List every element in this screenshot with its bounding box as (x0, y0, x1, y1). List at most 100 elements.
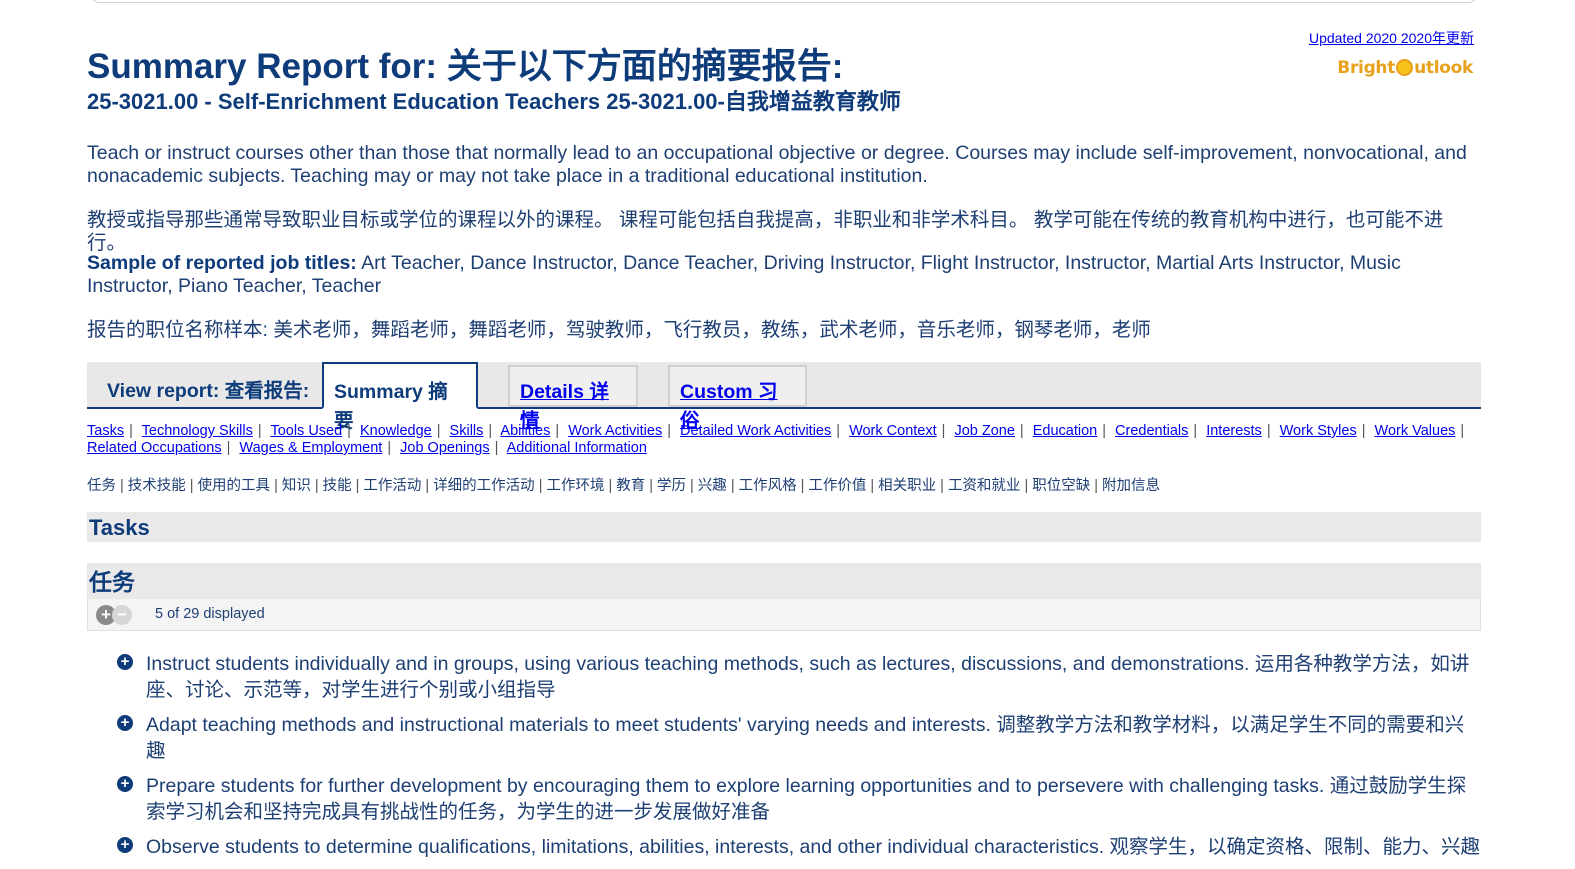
nav-item-zh: 兴趣 (697, 478, 727, 494)
job-titles-zh: 报告的职位名称样本: 美术老师，舞蹈老师，舞蹈老师，驾驶教师，飞行教员，教练，武… (87, 319, 1151, 341)
job-titles-en: Sample of reported job titles: Art Teach… (87, 252, 1482, 298)
nav-separator: | (690, 478, 694, 494)
task-item: + Prepare students for further developmen… (117, 773, 1482, 825)
nav-separator: | (667, 423, 671, 439)
nav-separator: | (555, 423, 560, 439)
tasks-controls: + − 5 of 29 displayed (87, 599, 1481, 631)
nav-separator: | (425, 478, 430, 494)
nav-separator: | (608, 478, 613, 494)
nav-separator: | (226, 440, 231, 456)
task-text: Instruct students individually and in gr… (146, 653, 1470, 701)
nav-separator: | (494, 440, 499, 456)
nav-link[interactable]: Additional Information (507, 440, 647, 456)
task-item: + Adapt teaching methods and instructiona… (117, 712, 1482, 764)
tasks-count: 5 of 29 displayed (155, 606, 265, 622)
nav-separator: | (1193, 423, 1198, 439)
updated-link[interactable]: Updated 2020 2020年更新 (1309, 28, 1474, 48)
nav-separator: | (1460, 423, 1465, 439)
nav-separator: | (1094, 478, 1098, 494)
task-item: + Instruct students individually and in g… (117, 651, 1482, 703)
nav-link[interactable]: Job Zone (954, 423, 1014, 439)
sun-icon (1396, 59, 1414, 76)
nav-item-zh: 知识 (281, 478, 311, 494)
nav-separator: | (1024, 478, 1029, 494)
nav-separator: | (274, 478, 278, 494)
nav-link[interactable]: Education (1033, 423, 1098, 439)
task-text: Observe students to determine qualificat… (146, 836, 1481, 858)
task-text: Adapt teaching methods and instructional… (146, 714, 1465, 762)
tasks-heading-zh: 任务 (87, 563, 1481, 599)
bright-outlook-logo[interactable]: Bright utlook (1337, 58, 1473, 78)
nav-item-zh: 相关职业 (878, 478, 937, 494)
expand-task-icon[interactable]: + (117, 654, 133, 670)
section-nav-zh: 任务 | 技术技能 | 使用的工具 | 知识 | 技能 | 工作活动 | 详细的工作活动 | 工作环境 | 教育… (87, 474, 1160, 495)
nav-separator: | (347, 423, 351, 439)
nav-separator: | (940, 478, 944, 494)
nav-link[interactable]: Related Occupations (87, 440, 222, 456)
job-titles-label: Sample of reported job titles: (87, 252, 357, 274)
nav-link[interactable]: Credentials (1115, 423, 1188, 439)
nav-item-zh: 附加信息 (1102, 478, 1160, 494)
nav-link[interactable]: Job Openings (400, 440, 489, 456)
logo-text-outlook: utlook (1414, 58, 1473, 78)
nav-link[interactable]: Tools Used (270, 423, 342, 439)
section-nav-links: Tasks | Technology Skills | Tools Used | Kn… (87, 423, 1482, 457)
nav-separator: | (730, 478, 735, 494)
task-text: Prepare students for further development… (146, 775, 1467, 823)
nav-separator: | (1102, 423, 1107, 439)
nav-separator: | (314, 478, 319, 494)
tasks-heading: Tasks (87, 512, 1481, 542)
nav-link[interactable]: Skills (450, 423, 484, 439)
nav-link[interactable]: Abilities (500, 423, 550, 439)
collapse-all-icon[interactable]: − (112, 605, 132, 625)
nav-separator: | (1019, 423, 1024, 439)
nav-separator: | (941, 423, 946, 439)
nav-separator: | (1266, 423, 1271, 439)
nav-item-zh: 工作价值 (808, 478, 867, 494)
nav-link[interactable]: Tasks (87, 423, 124, 439)
nav-item-zh: 使用的工具 (197, 478, 271, 494)
expand-task-icon[interactable]: + (117, 776, 133, 792)
nav-link[interactable]: Work Context (849, 423, 937, 439)
nav-separator: | (436, 423, 441, 439)
description-zh: 教授或指导那些通常导致职业目标或学位的课程以外的课程。 课程可能包括自我提高，非… (87, 209, 1444, 254)
nav-separator: | (800, 478, 805, 494)
nav-item-zh: 学历 (657, 478, 687, 494)
nav-link[interactable]: Work Activities (568, 423, 662, 439)
nav-link[interactable]: Work Styles (1280, 423, 1357, 439)
task-item: + Observe students to determine qualifica… (117, 834, 1482, 860)
description-en: Teach or instruct courses other than tho… (87, 142, 1467, 187)
nav-separator: | (355, 478, 360, 494)
tab-summary[interactable]: Summary 摘要 (322, 362, 478, 432)
nav-link[interactable]: Technology Skills (142, 423, 253, 439)
nav-separator: | (387, 440, 392, 456)
occupation-subtitle: 25-3021.00 - Self-Enrichment Education T… (87, 89, 901, 114)
nav-separator: | (257, 423, 262, 439)
nav-separator: | (189, 478, 194, 494)
nav-link[interactable]: Detailed Work Activities (680, 423, 831, 439)
nav-separator: | (120, 478, 124, 494)
nav-link[interactable]: Knowledge (360, 423, 432, 439)
nav-separator: | (649, 478, 654, 494)
nav-item-zh: 工作风格 (738, 478, 797, 494)
nav-item-zh: 工作活动 (363, 478, 422, 494)
nav-separator: | (836, 423, 841, 439)
tab-custom[interactable]: Custom 习俗 (668, 365, 807, 432)
logo-text-bright: Bright (1337, 58, 1396, 78)
nav-item-zh: 工资和就业 (947, 478, 1021, 494)
nav-item-zh: 任务 (87, 478, 116, 494)
nav-item-zh: 技术技能 (127, 478, 186, 494)
tasks-list: + Instruct students individually and in g… (117, 651, 1482, 869)
nav-separator: | (1361, 423, 1366, 439)
nav-link[interactable]: Wages & Employment (239, 440, 382, 456)
tab-details[interactable]: Details 详情 (508, 365, 638, 432)
nav-item-zh: 职位空缺 (1032, 478, 1091, 494)
expand-task-icon[interactable]: + (117, 837, 133, 853)
nav-link[interactable]: Work Values (1375, 423, 1456, 439)
nav-link[interactable]: Interests (1206, 423, 1262, 439)
nav-separator: | (488, 423, 493, 439)
expand-task-icon[interactable]: + (117, 715, 133, 731)
page-title: Summary Report for: 关于以下方面的摘要报告: (87, 47, 844, 86)
nav-item-zh: 教育 (616, 478, 646, 494)
nav-separator: | (538, 478, 543, 494)
